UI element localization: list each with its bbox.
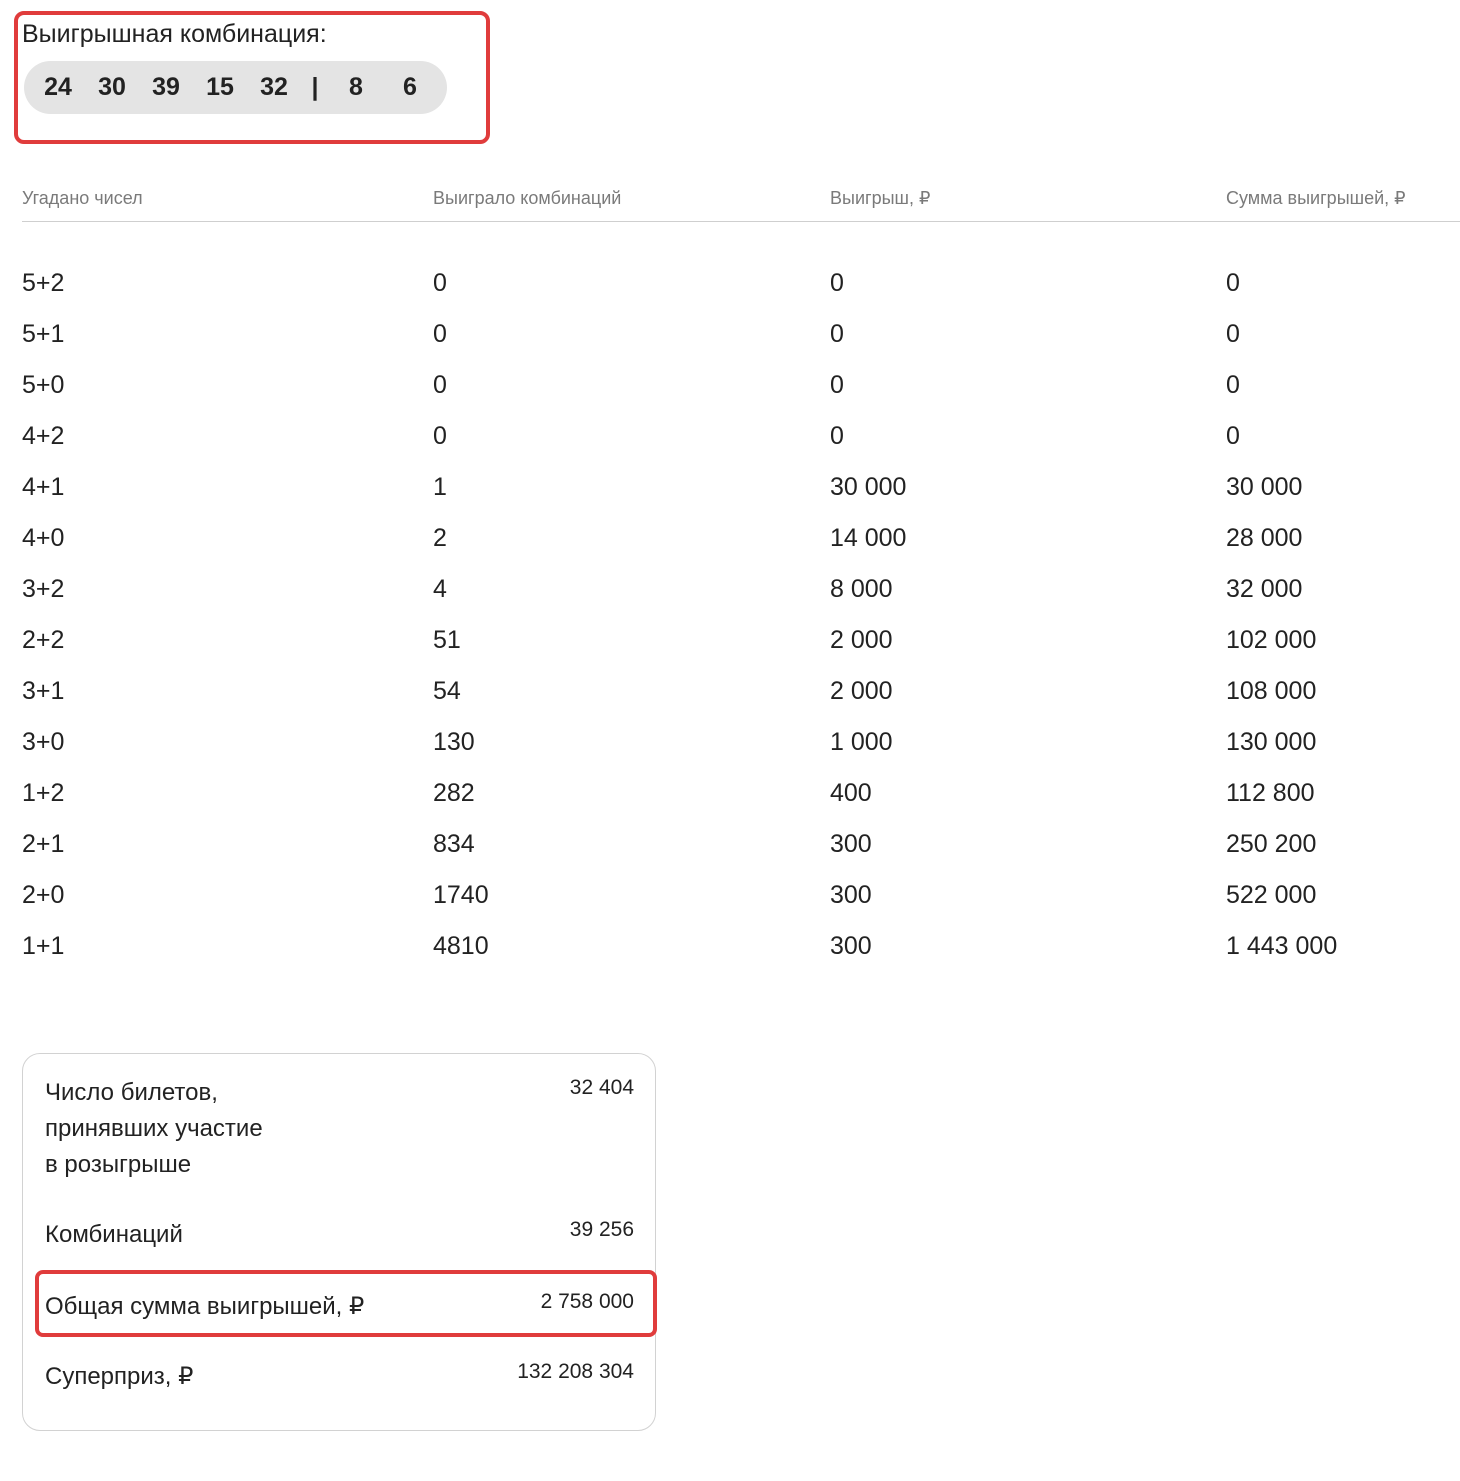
winning-combinations-cell: 282 [433,779,475,807]
total-prize-cell: 30 000 [1226,473,1303,501]
total-prize-cell: 522 000 [1226,881,1317,909]
tickets-label: Число билетов, [45,1079,218,1106]
ball-number: 39 [152,73,180,101]
winning-combinations-cell: 4810 [433,932,489,960]
matched-cell: 3+0 [22,728,65,756]
winning-combinations-cell: 54 [433,677,461,705]
winning-combinations-cell: 834 [433,830,475,858]
matched-cell: 5+2 [22,269,65,297]
total-prize-cell: 28 000 [1226,524,1303,552]
combinations-label: Комбинаций [45,1221,183,1248]
tickets-label: в розыгрыше [45,1151,192,1178]
total-prize-cell: 250 200 [1226,830,1317,858]
combination-title: Выигрышная комбинация: [22,20,327,48]
total-label: Общая сумма выигрышей, ₽ [45,1293,365,1320]
prize-cell: 30 000 [830,473,907,501]
prize-cell: 0 [830,269,844,297]
column-header-prize: Выигрыш, ₽ [830,188,931,208]
ball-number: 24 [44,73,72,101]
prize-cell: 400 [830,779,872,807]
column-header-total-prize: Сумма выигрышей, ₽ [1226,188,1406,208]
winning-combinations-cell: 51 [433,626,461,654]
matched-cell: 1+2 [22,779,65,807]
total-prize-cell: 0 [1226,320,1240,348]
tickets-value: 32 404 [569,1076,634,1099]
matched-cell: 4+0 [22,524,65,552]
winning-combinations-cell: 0 [433,371,447,399]
total-prize-cell: 102 000 [1226,626,1317,654]
winning-combinations-cell: 2 [433,524,447,552]
prize-cell: 300 [830,881,872,909]
total-prize-cell: 32 000 [1226,575,1303,603]
ball-number: 15 [206,73,234,101]
prize-cell: 0 [830,320,844,348]
prize-cell: 8 000 [830,575,893,603]
winning-combinations-cell: 0 [433,320,447,348]
total-prize-cell: 108 000 [1226,677,1317,705]
ball-number: 32 [260,73,288,101]
matched-cell: 3+2 [22,575,65,603]
superprize-label: Суперприз, ₽ [45,1363,194,1390]
prize-cell: 0 [830,422,844,450]
matched-cell: 2+1 [22,830,65,858]
bonus-ball-number: 6 [403,73,417,101]
prize-cell: 14 000 [830,524,907,552]
matched-cell: 4+1 [22,473,65,501]
bonus-ball-number: 8 [349,73,363,101]
matched-cell: 5+0 [22,371,65,399]
matched-cell: 2+2 [22,626,65,654]
matched-cell: 2+0 [22,881,65,909]
ball-number: 30 [98,73,126,101]
table-header-divider [22,221,1460,222]
total-prize-cell: 1 443 000 [1226,932,1338,960]
prize-cell: 0 [830,371,844,399]
prize-cell: 300 [830,830,872,858]
total-value: 2 758 000 [540,1290,634,1313]
total-prize-cell: 112 800 [1226,779,1315,807]
winning-combinations-cell: 1 [433,473,447,501]
winning-combinations-cell: 0 [433,422,447,450]
column-header-winning-combinations: Выиграло комбинаций [433,188,622,208]
total-prize-cell: 0 [1226,371,1240,399]
column-header-matched: Угадано чисел [22,188,143,208]
combination-balls: 24 30 39 15 32 | 8 6 [24,61,447,114]
matched-cell: 5+1 [22,320,65,348]
winning-combinations-cell: 1740 [433,881,489,909]
total-prize-cell: 130 000 [1226,728,1317,756]
combinations-value: 39 256 [569,1218,634,1241]
prize-cell: 2 000 [830,626,893,654]
prize-cell: 1 000 [830,728,893,756]
winning-combinations-cell: 4 [433,575,447,603]
total-prize-cell: 0 [1226,422,1240,450]
matched-cell: 1+1 [22,932,65,960]
ball-separator: | [311,73,319,101]
tickets-label: принявших участие [45,1115,263,1142]
prize-cell: 2 000 [830,677,893,705]
prize-cell: 300 [830,932,872,960]
superprize-value: 132 208 304 [517,1360,634,1383]
winning-combinations-cell: 0 [433,269,447,297]
winning-combinations-cell: 130 [433,728,475,756]
matched-cell: 3+1 [22,677,65,705]
matched-cell: 4+2 [22,422,65,450]
total-prize-cell: 0 [1226,269,1240,297]
